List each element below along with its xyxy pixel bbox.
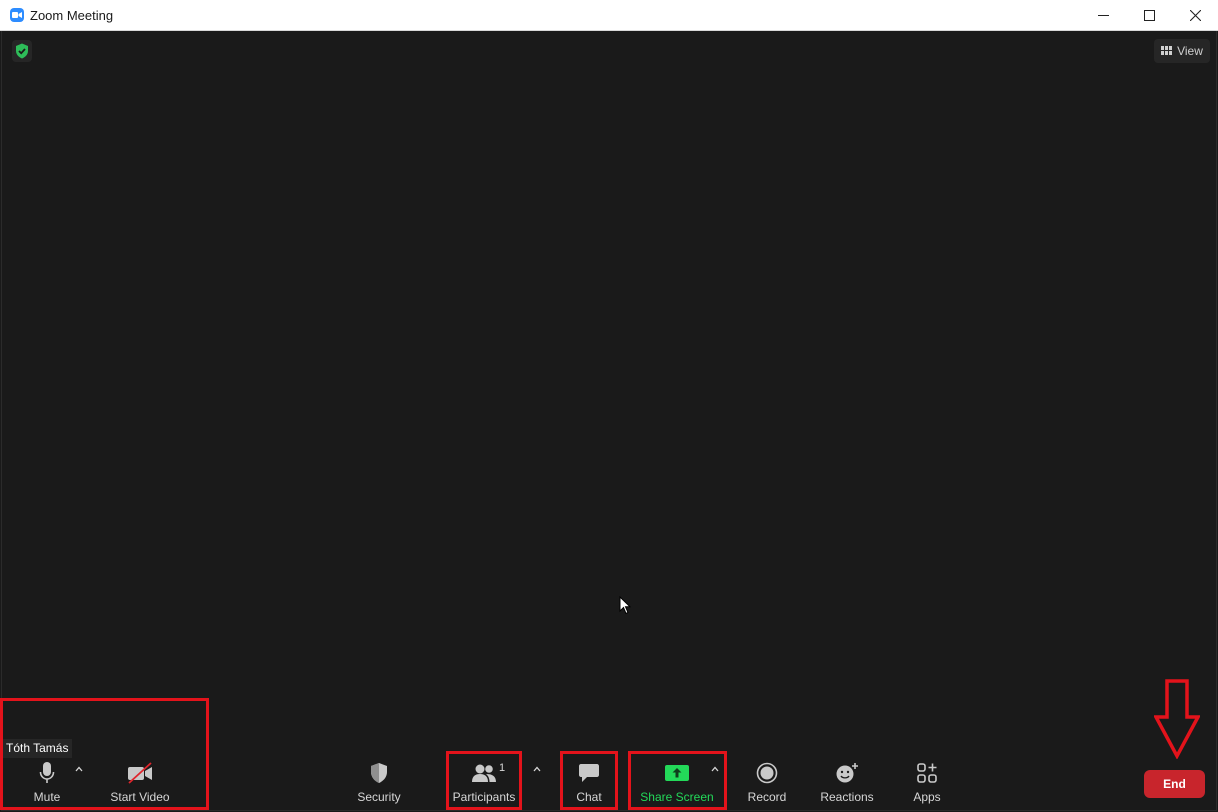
chevron-up-icon bbox=[711, 766, 719, 772]
annotation-arrow-down-icon bbox=[1154, 679, 1200, 759]
microphone-icon bbox=[39, 762, 55, 783]
view-button[interactable]: View bbox=[1154, 39, 1210, 63]
security-button[interactable]: Security bbox=[354, 760, 404, 808]
apps-icon bbox=[917, 763, 937, 783]
share-screen-label: Share Screen bbox=[640, 790, 714, 804]
shield-icon bbox=[371, 763, 387, 783]
minimize-button[interactable] bbox=[1080, 0, 1126, 31]
meeting-stage bbox=[1, 31, 1217, 811]
chat-label: Chat bbox=[576, 790, 602, 804]
apps-button[interactable]: Apps bbox=[906, 760, 948, 808]
minimize-icon bbox=[1097, 15, 1109, 16]
start-video-label: Start Video bbox=[110, 790, 170, 804]
security-label: Security bbox=[357, 790, 401, 804]
mute-button[interactable]: Mute bbox=[28, 760, 66, 808]
chat-bubble-icon bbox=[579, 764, 599, 782]
participants-label: Participants bbox=[452, 790, 516, 804]
record-button[interactable]: Record bbox=[744, 760, 790, 808]
window-titlebar: Zoom Meeting bbox=[0, 0, 1218, 31]
reactions-label: Reactions bbox=[820, 790, 874, 804]
video-off-icon bbox=[128, 762, 152, 784]
participants-icon bbox=[472, 764, 496, 782]
window-title: Zoom Meeting bbox=[30, 7, 114, 23]
mouse-cursor-icon bbox=[619, 596, 631, 615]
chevron-up-icon bbox=[75, 766, 83, 772]
grid-view-icon bbox=[1161, 46, 1173, 55]
audio-options-caret[interactable] bbox=[72, 764, 86, 775]
close-button[interactable] bbox=[1172, 0, 1218, 31]
participant-name-tag: Tóth Tamás bbox=[2, 739, 73, 758]
chevron-up-icon bbox=[533, 766, 541, 772]
participants-button[interactable]: 1 Participants bbox=[450, 760, 518, 808]
zoom-app-icon bbox=[10, 8, 24, 22]
window-controls bbox=[1080, 0, 1218, 31]
record-icon bbox=[756, 762, 778, 784]
close-icon bbox=[1189, 10, 1201, 21]
participants-options-caret[interactable] bbox=[530, 764, 544, 775]
start-video-button[interactable]: Start Video bbox=[106, 760, 174, 808]
maximize-button[interactable] bbox=[1126, 0, 1172, 31]
maximize-icon bbox=[1143, 10, 1155, 21]
shield-check-icon bbox=[16, 43, 28, 59]
view-label: View bbox=[1177, 44, 1203, 58]
end-meeting-button[interactable]: End bbox=[1144, 770, 1205, 798]
share-screen-icon bbox=[665, 765, 689, 781]
emoji-add-icon bbox=[836, 763, 858, 783]
mute-label: Mute bbox=[33, 790, 61, 804]
participants-count: 1 bbox=[499, 762, 506, 774]
apps-label: Apps bbox=[913, 790, 941, 804]
chat-button[interactable]: Chat bbox=[568, 760, 610, 808]
record-label: Record bbox=[747, 790, 787, 804]
share-options-caret[interactable] bbox=[708, 764, 722, 775]
encryption-badge[interactable] bbox=[12, 40, 32, 62]
share-screen-button[interactable]: Share Screen bbox=[638, 760, 716, 808]
reactions-button[interactable]: Reactions bbox=[818, 760, 876, 808]
